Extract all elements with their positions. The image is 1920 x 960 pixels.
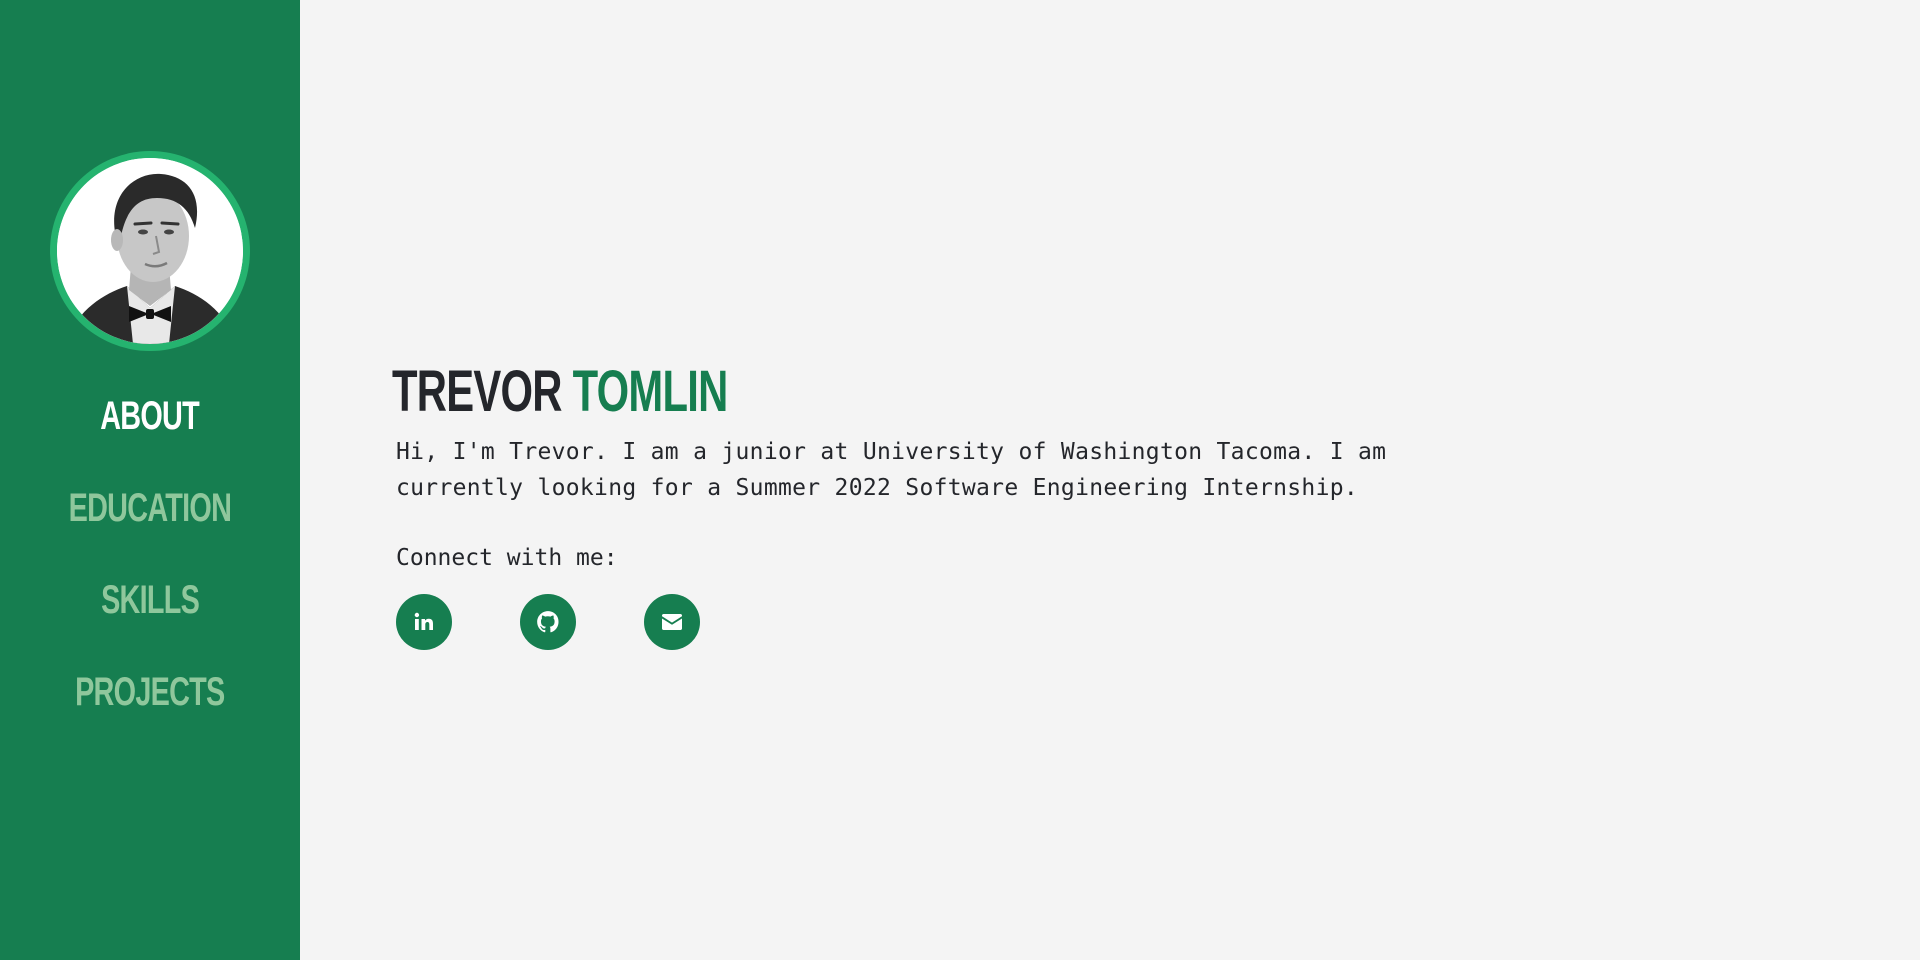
page-title: Trevor Tomlin <box>392 360 728 424</box>
social-links <box>392 594 1492 650</box>
nav-item-about[interactable]: About <box>0 386 300 478</box>
sidebar: About Education Skills Projects <box>0 0 300 960</box>
nav-item-label: Skills <box>100 578 200 622</box>
linkedin-icon <box>414 612 433 630</box>
nav-item-education[interactable]: Education <box>0 478 300 570</box>
bio-text: Hi, I'm Trevor. I am a junior at Univers… <box>396 439 1387 501</box>
connect-label: Connect with me: <box>396 545 618 571</box>
linkedin-button[interactable] <box>396 594 452 650</box>
nav-item-label: About <box>100 394 201 438</box>
email-button[interactable] <box>644 594 700 650</box>
nav-item-label: Projects <box>75 670 225 714</box>
envelope-icon <box>662 614 682 630</box>
nav-item-label: Education <box>68 486 232 530</box>
avatar-portrait <box>57 158 243 344</box>
avatar-ring <box>50 151 250 351</box>
about-section: Trevor Tomlin Hi, I'm Trevor. I am a jun… <box>392 360 1492 650</box>
sidebar-nav: About Education Skills Projects <box>0 386 300 754</box>
avatar <box>57 158 243 344</box>
first-name: Trevor <box>392 359 562 424</box>
github-icon <box>537 611 559 633</box>
nav-item-skills[interactable]: Skills <box>0 570 300 662</box>
last-name: Tomlin <box>572 359 729 424</box>
github-button[interactable] <box>520 594 576 650</box>
nav-item-projects[interactable]: Projects <box>0 662 300 754</box>
